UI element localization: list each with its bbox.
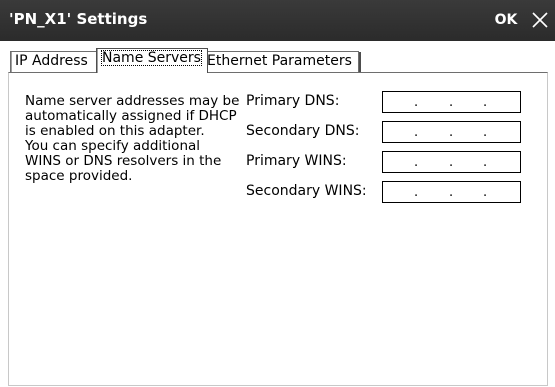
description-line: Name server addresses may be [25,93,240,109]
tab-name-servers[interactable]: Name Servers [96,48,208,73]
secondary-wins-input[interactable]: . . . [382,181,521,203]
ip-separator: . [414,95,419,110]
ip-separator: . [449,125,454,140]
secondary-dns-label: Secondary DNS: [246,123,360,139]
tab-label: IP Address [15,53,88,69]
ip-separator: . [449,185,454,200]
title-bar: 'PN_X1' Settings OK [0,0,555,41]
ip-separator: . [483,125,488,140]
secondary-wins-label: Secondary WINS: [246,183,367,199]
ip-separator: . [483,155,488,170]
window-title: 'PN_X1' Settings [9,10,148,28]
primary-dns-label: Primary DNS: [246,93,340,109]
description-line: automatically assigned if DHCP [25,108,237,124]
description-line: You can specify additional [25,138,201,154]
ip-separator: . [414,125,419,140]
tab-ethernet-parameters[interactable]: Ethernet Parameters [202,51,361,72]
secondary-dns-input[interactable]: . . . [382,121,521,143]
tab-strip: IP Address Name Servers Ethernet Paramet… [8,48,548,73]
tab-label: Ethernet Parameters [207,53,352,69]
close-button[interactable] [525,3,555,37]
primary-wins-input[interactable]: . . . [382,151,521,173]
tab-ip-address[interactable]: IP Address [10,51,99,72]
description-line: is enabled on this adapter. [25,123,205,139]
ip-separator: . [414,155,419,170]
tab-label: Name Servers [101,50,202,66]
ip-separator: . [449,95,454,110]
ip-separator: . [414,185,419,200]
description-line: space provided. [25,168,133,184]
ok-button[interactable]: OK [489,3,523,37]
description-text: Name server addresses may be automatical… [25,94,240,184]
description-line: WINS or DNS resolvers in the [25,153,222,169]
ip-separator: . [483,185,488,200]
ip-separator: . [449,155,454,170]
primary-dns-input[interactable]: . . . [382,91,521,113]
ip-separator: . [483,95,488,110]
close-icon [532,12,548,28]
primary-wins-label: Primary WINS: [246,153,347,169]
